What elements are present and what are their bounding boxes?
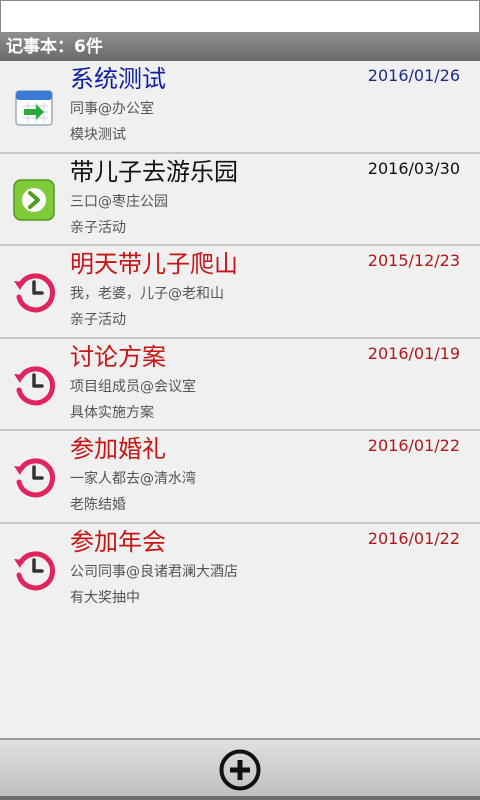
memo-date: 2016/01/19 xyxy=(367,343,460,363)
memo-note: 具体实施方案 xyxy=(70,404,154,421)
memo-note: 模块测试 xyxy=(70,127,126,143)
memo-subtitle: 同事@办公室 xyxy=(70,101,154,117)
memo-subtitle: 一家人都去@清水湾 xyxy=(70,471,196,487)
memo-title: 讨论方案 xyxy=(70,342,166,371)
list-item[interactable]: 参加年会 2016/01/22 公司同事@良诸君澜大酒店 有大奖抽中 xyxy=(0,523,480,616)
list-item[interactable]: 参加婚礼 2016/01/22 一家人都去@清水湾 老陈结婚 xyxy=(0,431,480,524)
header-title: 记事本：6件 xyxy=(6,37,103,57)
memo-note: 亲子活动 xyxy=(70,312,126,328)
memo-subtitle: 我，老婆，儿子@老和山 xyxy=(70,286,224,302)
clock-history-icon xyxy=(12,270,56,314)
calendar-import-icon xyxy=(12,85,56,129)
memo-subtitle: 公司同事@良诸君澜大酒店 xyxy=(70,563,238,580)
memo-list: 系统测试 2016/01/26 同事@办公室 模块测试 带儿子去游乐园 2016… xyxy=(0,61,480,616)
clock-history-icon xyxy=(12,455,56,499)
memo-subtitle: 项目组成员@会议室 xyxy=(70,378,196,395)
memo-date: 2015/12/23 xyxy=(367,251,460,270)
forward-arrow-icon xyxy=(12,178,56,222)
memo-title: 带儿子去游乐园 xyxy=(70,157,238,186)
list-item[interactable]: 带儿子去游乐园 2016/03/30 三口@枣庄公园 亲子活动 xyxy=(0,153,480,246)
bottom-toolbar xyxy=(0,738,480,800)
memo-subtitle: 三口@枣庄公园 xyxy=(70,193,168,210)
memo-note: 有大奖抽中 xyxy=(70,589,140,606)
add-memo-button[interactable] xyxy=(218,748,262,792)
memo-date: 2016/01/22 xyxy=(367,528,460,548)
memo-title: 明天带儿子爬山 xyxy=(70,250,238,278)
list-item[interactable]: 明天带儿子爬山 2015/12/23 我，老婆，儿子@老和山 亲子活动 xyxy=(0,246,480,339)
memo-title: 参加婚礼 xyxy=(70,435,166,463)
clock-history-icon xyxy=(12,363,56,407)
memo-date: 2016/03/30 xyxy=(367,158,460,178)
memo-note: 亲子活动 xyxy=(70,219,126,236)
memo-title: 参加年会 xyxy=(70,527,166,556)
memo-date: 2016/01/22 xyxy=(367,436,460,455)
header-bar: 记事本：6件 xyxy=(0,33,480,61)
list-item[interactable]: 讨论方案 2016/01/19 项目组成员@会议室 具体实施方案 xyxy=(0,338,480,431)
clock-history-icon xyxy=(12,548,56,592)
memo-title: 系统测试 xyxy=(70,65,166,93)
search-input[interactable] xyxy=(0,0,480,33)
memo-date: 2016/01/26 xyxy=(367,66,460,85)
memo-note: 老陈结婚 xyxy=(70,497,126,513)
bottom-divider xyxy=(0,796,480,800)
list-item[interactable]: 系统测试 2016/01/26 同事@办公室 模块测试 xyxy=(0,61,480,154)
plus-circle-icon xyxy=(219,749,261,791)
